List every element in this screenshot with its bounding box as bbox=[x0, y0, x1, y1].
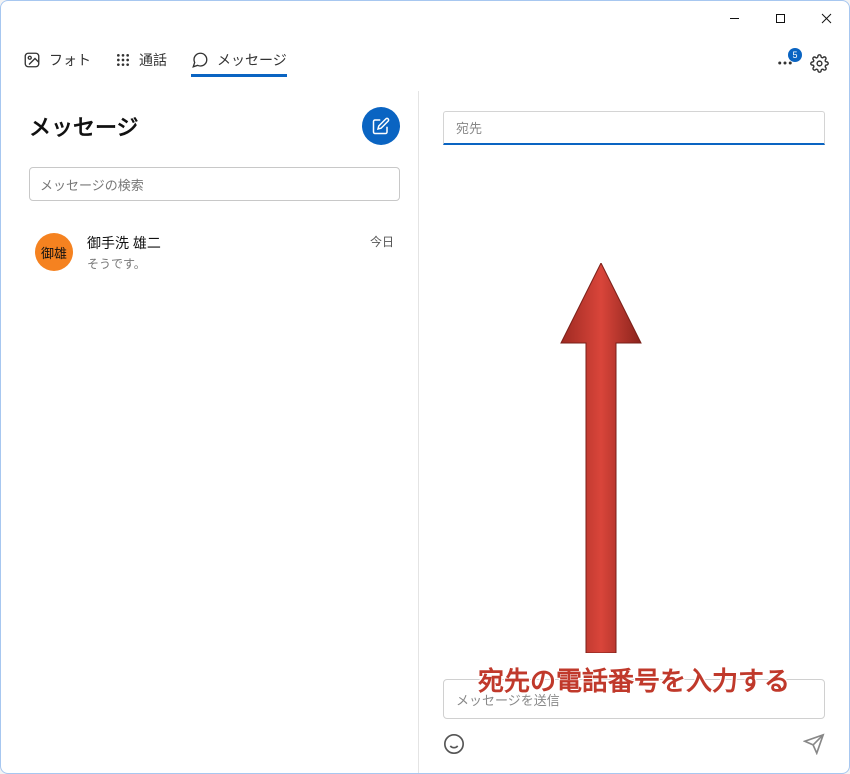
minimize-button[interactable] bbox=[711, 3, 757, 33]
emoji-icon bbox=[443, 733, 465, 755]
message-placeholder: メッセージを送信 bbox=[456, 690, 560, 709]
conversation-time: 今日 bbox=[370, 233, 394, 253]
titlebar bbox=[1, 1, 849, 35]
maximize-button[interactable] bbox=[757, 3, 803, 33]
conversation-item[interactable]: 御雄 御手洗 雄二 今日 そうです。 bbox=[29, 223, 400, 282]
tab-photo[interactable]: フォト bbox=[23, 50, 91, 77]
compose-pane: 宛先 メッセージを送信 bbox=[419, 91, 849, 773]
conversation-preview: そうです。 bbox=[87, 255, 394, 272]
main-body: メッセージ メッセージの検索 御雄 御手洗 雄二 今日 そうです。 bbox=[1, 91, 849, 773]
photo-icon bbox=[23, 51, 41, 69]
notification-badge: 5 bbox=[788, 48, 802, 62]
settings-button[interactable] bbox=[810, 54, 829, 73]
chat-icon bbox=[191, 51, 209, 69]
page-title: メッセージ bbox=[29, 110, 139, 142]
tab-messages-label: メッセージ bbox=[217, 50, 287, 70]
tab-messages[interactable]: メッセージ bbox=[191, 50, 287, 77]
more-button[interactable]: 5 bbox=[776, 54, 794, 72]
send-icon bbox=[803, 733, 825, 755]
emoji-button[interactable] bbox=[443, 733, 465, 755]
compose-icon bbox=[372, 117, 390, 135]
main-toolbar: フォト 通話 メッセージ 5 bbox=[1, 35, 849, 91]
app-window: フォト 通話 メッセージ 5 メッセージ bbox=[0, 0, 850, 774]
close-button[interactable] bbox=[803, 3, 849, 33]
dialpad-icon bbox=[115, 52, 131, 68]
conversation-name: 御手洗 雄二 bbox=[87, 233, 161, 253]
tab-calls[interactable]: 通話 bbox=[115, 50, 167, 77]
tab-calls-label: 通話 bbox=[139, 50, 167, 70]
avatar: 御雄 bbox=[35, 233, 73, 271]
search-input[interactable]: メッセージの検索 bbox=[29, 167, 400, 201]
gear-icon bbox=[810, 54, 829, 73]
recipient-placeholder: 宛先 bbox=[456, 118, 482, 137]
sidebar: メッセージ メッセージの検索 御雄 御手洗 雄二 今日 そうです。 bbox=[1, 91, 419, 773]
send-button[interactable] bbox=[803, 733, 825, 755]
search-placeholder: メッセージの検索 bbox=[40, 175, 144, 194]
compose-button[interactable] bbox=[362, 107, 400, 145]
message-input[interactable]: メッセージを送信 bbox=[443, 679, 825, 719]
tab-photo-label: フォト bbox=[49, 50, 91, 70]
recipient-input[interactable]: 宛先 bbox=[443, 111, 825, 145]
